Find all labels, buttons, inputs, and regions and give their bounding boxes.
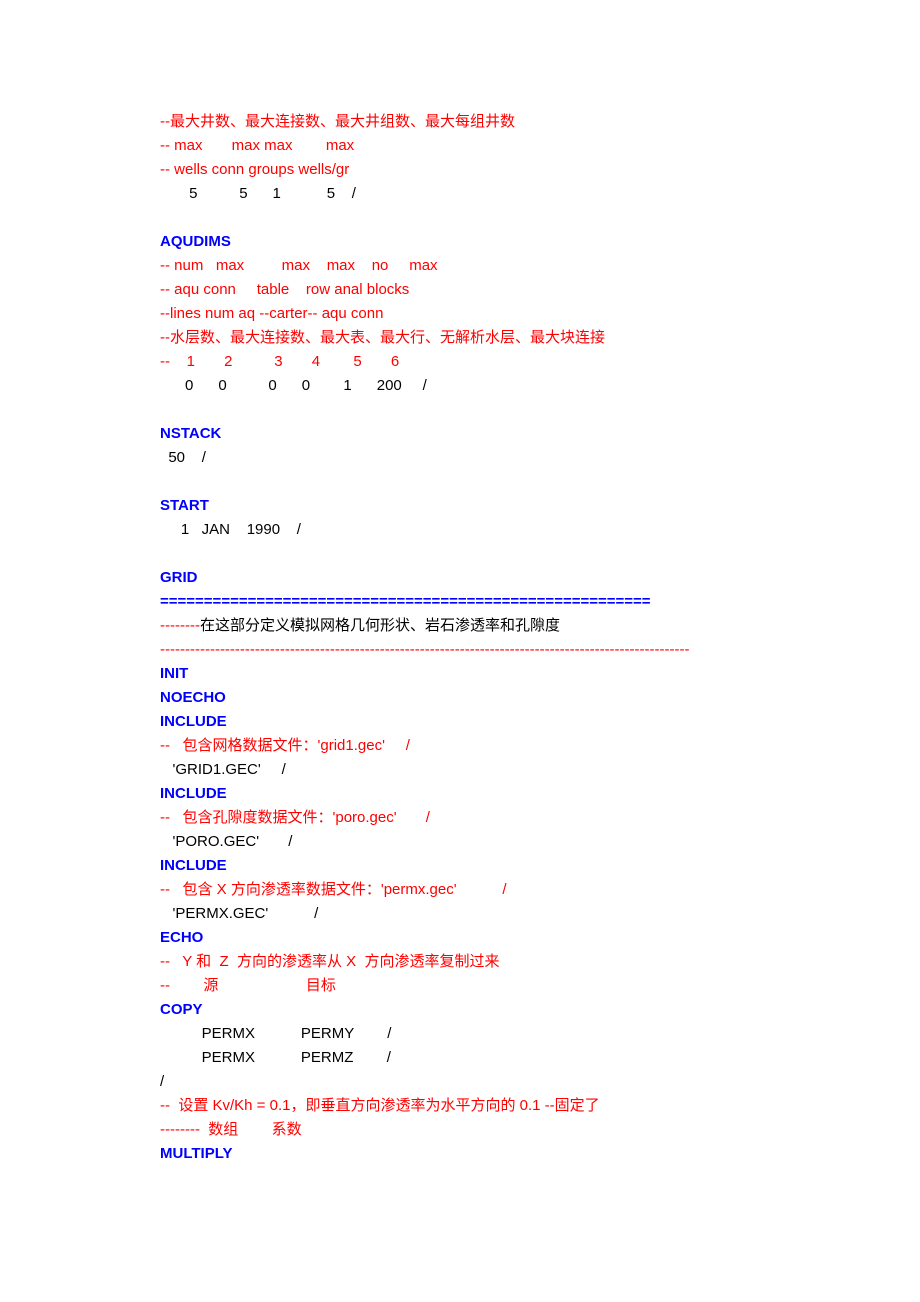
comment-multiply-desc: -- 设置 Kv/Kh = 0.1，即垂直方向渗透率为水平方向的 0.1 --固… (160, 1094, 760, 1118)
comment-welldims-header2: -- wells conn groups wells/gr (160, 158, 760, 182)
grid-section-desc: --------在这部分定义模拟网格几何形状、岩石渗透率和孔隙度 (160, 614, 760, 638)
comment-copy-desc: -- Y 和 Z 方向的渗透率从 X 方向渗透率复制过来 (160, 950, 760, 974)
keyword-init: INIT (160, 662, 760, 686)
comment-multiply-header: -------- 数组 系数 (160, 1118, 760, 1142)
dash-prefix: -------- (160, 617, 200, 634)
keyword-include-1: INCLUDE (160, 710, 760, 734)
comment-aqudims-h3: --lines num aq --carter-- aqu conn (160, 302, 760, 326)
document-body: --最大井数、最大连接数、最大井组数、最大每组井数 -- max max max… (0, 0, 920, 1226)
comment-aqudims-desc: --水层数、最大连接数、最大表、最大行、无解析水层、最大块连接 (160, 326, 760, 350)
poro-file-value: 'PORO.GEC' / (160, 830, 760, 854)
keyword-start: START (160, 494, 760, 518)
comment-aqudims-cols: -- 1 2 3 4 5 6 (160, 350, 760, 374)
keyword-grid: GRID (160, 566, 760, 590)
comment-aqudims-h2: -- aqu conn table row anal blocks (160, 278, 760, 302)
permx-file-value: 'PERMX.GEC' / (160, 902, 760, 926)
grid-desc-text: 在这部分定义模拟网格几何形状、岩石渗透率和孔隙度 (200, 617, 560, 634)
copy-permx-permy: PERMX PERMY / (160, 1022, 760, 1046)
comment-aqudims-h1: -- num max max max no max (160, 254, 760, 278)
comment-copy-header: -- 源 目标 (160, 974, 760, 998)
separator-equals: ========================================… (160, 590, 760, 614)
aqudims-values: 0 0 0 0 1 200 / (160, 374, 760, 398)
comment-poro-file: -- 包含孔隙度数据文件：'poro.gec' / (160, 806, 760, 830)
keyword-copy: COPY (160, 998, 760, 1022)
grid-file-value: 'GRID1.GEC' / (160, 758, 760, 782)
welldims-values: 5 5 1 5 / (160, 182, 760, 206)
keyword-include-2: INCLUDE (160, 782, 760, 806)
comment-grid-file: -- 包含网格数据文件：'grid1.gec' / (160, 734, 760, 758)
keyword-noecho: NOECHO (160, 686, 760, 710)
copy-permx-permz: PERMX PERMZ / (160, 1046, 760, 1070)
keyword-echo: ECHO (160, 926, 760, 950)
separator-dashes: ----------------------------------------… (160, 638, 760, 662)
copy-end: / (160, 1070, 760, 1094)
keyword-include-3: INCLUDE (160, 854, 760, 878)
keyword-nstack: NSTACK (160, 422, 760, 446)
keyword-multiply: MULTIPLY (160, 1142, 760, 1166)
comment-welldims-desc: --最大井数、最大连接数、最大井组数、最大每组井数 (160, 110, 760, 134)
start-value: 1 JAN 1990 / (160, 518, 760, 542)
nstack-value: 50 / (160, 446, 760, 470)
keyword-aqudims: AQUDIMS (160, 230, 760, 254)
comment-welldims-header1: -- max max max max (160, 134, 760, 158)
comment-permx-file: -- 包含 X 方向渗透率数据文件：'permx.gec' / (160, 878, 760, 902)
